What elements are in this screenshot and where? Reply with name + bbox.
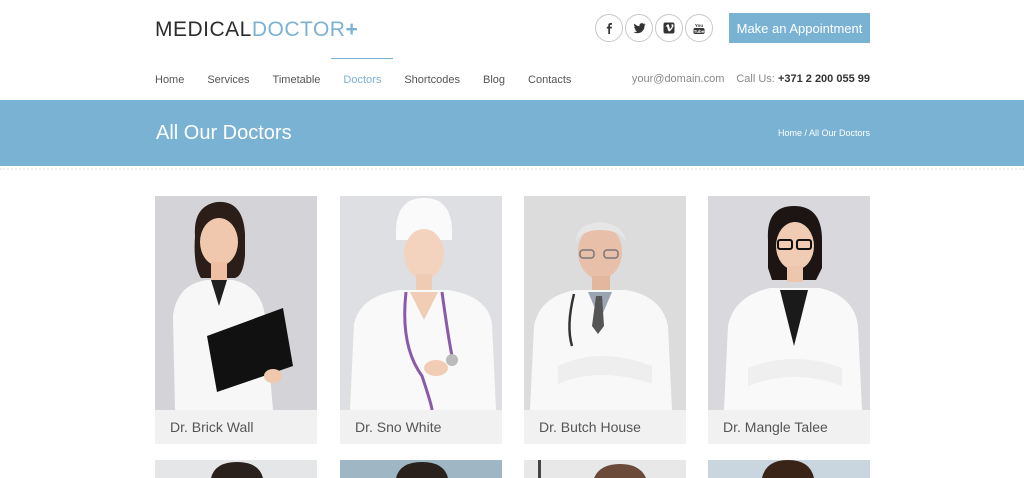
doctor-card[interactable]: Dr. Mangle Talee bbox=[708, 196, 870, 444]
youtube-icon: You Tube bbox=[693, 23, 705, 34]
header-contact: your@domain.com Call Us: +371 2 200 055 9… bbox=[632, 73, 870, 85]
nav-item-services[interactable]: Services bbox=[207, 58, 249, 100]
doctor-photo[interactable] bbox=[524, 196, 686, 410]
doctor-card-partial[interactable] bbox=[708, 460, 870, 478]
doctor-card-partial[interactable] bbox=[340, 460, 502, 478]
page-title: All Our Doctors bbox=[156, 122, 292, 144]
logo-plus-icon: + bbox=[345, 18, 359, 41]
doctor-photo[interactable] bbox=[708, 196, 870, 410]
main-nav: Home Services Timetable Doctors Shortcod… bbox=[155, 58, 594, 100]
doctor-name[interactable]: Dr. Butch House bbox=[524, 410, 686, 444]
contact-phone[interactable]: +371 2 200 055 99 bbox=[778, 73, 870, 85]
svg-text:You: You bbox=[695, 23, 703, 28]
breadcrumb[interactable]: Home / All Our Doctors bbox=[778, 128, 870, 138]
svg-text:Tube: Tube bbox=[694, 28, 705, 33]
nav-item-timetable[interactable]: Timetable bbox=[273, 58, 321, 100]
twitter-link[interactable] bbox=[625, 14, 653, 42]
logo-text-doctor: DOCTOR bbox=[251, 18, 346, 41]
vimeo-link[interactable] bbox=[655, 14, 683, 42]
social-links: You Tube bbox=[595, 14, 713, 42]
facebook-link[interactable] bbox=[595, 14, 623, 42]
banner-divider bbox=[0, 168, 1024, 171]
nav-item-doctors[interactable]: Doctors bbox=[331, 58, 394, 100]
nav-item-contacts[interactable]: Contacts bbox=[528, 58, 571, 100]
doctor-name[interactable]: Dr. Brick Wall bbox=[155, 410, 317, 444]
doctor-photo[interactable] bbox=[340, 196, 502, 410]
nav-item-home[interactable]: Home bbox=[155, 58, 184, 100]
contact-email[interactable]: your@domain.com bbox=[632, 73, 724, 85]
doctor-name[interactable]: Dr. Mangle Talee bbox=[708, 410, 870, 444]
doctor-card[interactable]: Dr. Butch House bbox=[524, 196, 686, 444]
logo-text-medical: MEDICAL bbox=[155, 18, 252, 41]
nav-item-blog[interactable]: Blog bbox=[483, 58, 505, 100]
doctor-card-partial[interactable] bbox=[524, 460, 686, 478]
facebook-icon bbox=[606, 23, 612, 34]
call-us-label: Call Us: bbox=[736, 73, 775, 85]
doctor-card[interactable]: Dr. Sno White bbox=[340, 196, 502, 444]
doctor-photo[interactable] bbox=[155, 196, 317, 410]
make-appointment-button[interactable]: Make an Appointment bbox=[729, 13, 870, 43]
doctor-card[interactable]: Dr. Brick Wall bbox=[155, 196, 317, 444]
doctor-card-partial[interactable] bbox=[155, 460, 317, 478]
page-title-banner: All Our Doctors Home / All Our Doctors bbox=[0, 100, 1024, 166]
nav-item-shortcodes[interactable]: Shortcodes bbox=[404, 58, 460, 100]
twitter-icon bbox=[633, 23, 645, 34]
site-logo[interactable]: MEDICALDOCTOR+ bbox=[155, 18, 358, 42]
doctor-name[interactable]: Dr. Sno White bbox=[340, 410, 502, 444]
youtube-link[interactable]: You Tube bbox=[685, 14, 713, 42]
vimeo-icon bbox=[663, 22, 675, 34]
